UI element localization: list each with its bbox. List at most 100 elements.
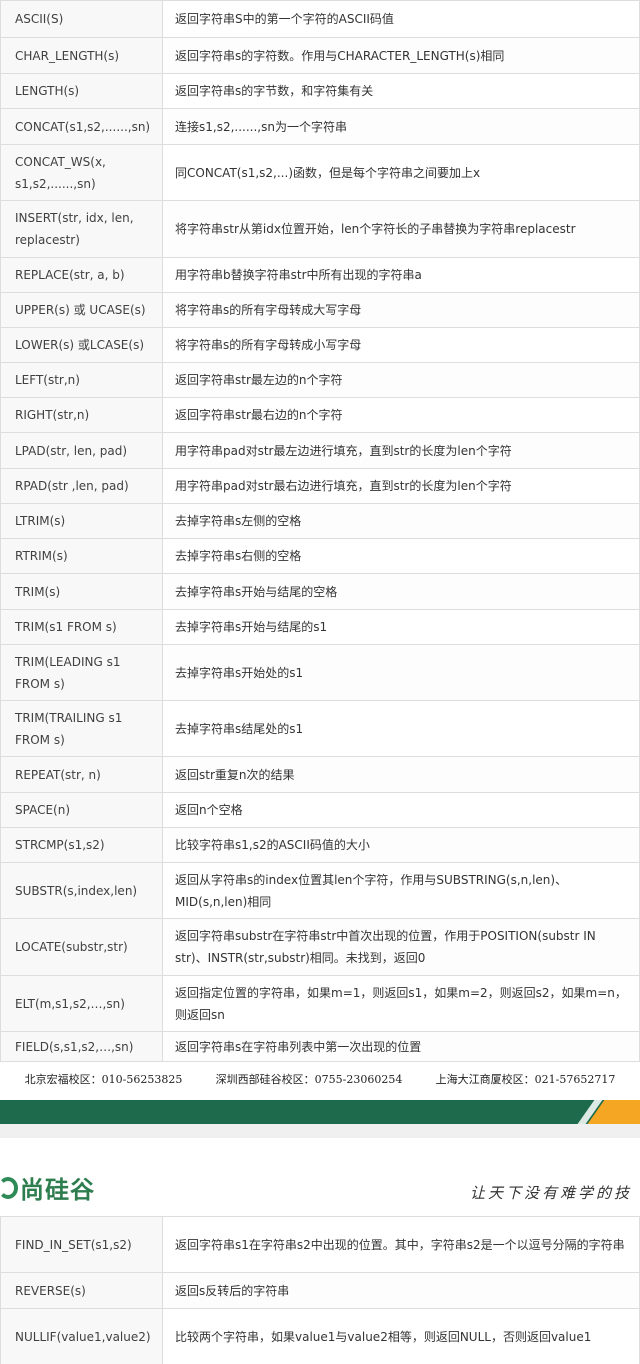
- campus-contact-footer: 北京宏福校区：010-56253825 深圳西部硅谷校区：0755-230602…: [0, 1062, 640, 1096]
- table-row: LENGTH(s) 返回字符串s的字节数，和字符集有关: [0, 73, 640, 109]
- function-description: 连接s1,s2,......,sn为一个字符串: [162, 108, 640, 145]
- table-row: TRIM(s1 FROM s) 去掉字符串s开始与结尾的s1: [0, 609, 640, 645]
- table-row: REPEAT(str, n) 返回str重复n次的结果: [0, 756, 640, 793]
- table-row: RPAD(str ,len, pad) 用字符串pad对str最右边进行填充，直到…: [0, 468, 640, 504]
- function-name: FIND_IN_SET(s1,s2): [0, 1216, 163, 1273]
- function-name: ASCII(S): [0, 0, 163, 38]
- function-name: LENGTH(s): [0, 73, 163, 109]
- function-description: 返回字符串substr在字符串str中首次出现的位置，作用于POSITION(s…: [162, 918, 640, 976]
- table-row: CHAR_LENGTH(s) 返回字符串s的字符数。作用与CHARACTER_LE…: [0, 37, 640, 74]
- function-name: NULLIF(value1,value2): [0, 1308, 163, 1364]
- table-row: RIGHT(str,n) 返回字符串str最右边的n个字符: [0, 397, 640, 433]
- table-row: TRIM(s) 去掉字符串s开始与结尾的空格: [0, 573, 640, 610]
- function-description: 比较两个字符串，如果value1与value2相等，则返回NULL，否则返回va…: [162, 1308, 640, 1364]
- table-row: REPLACE(str, a, b) 用字符串b替换字符串str中所有出现的字符串…: [0, 257, 640, 293]
- function-name: REPEAT(str, n): [0, 756, 163, 793]
- table-row: SUBSTR(s,index,len) 返回从字符串s的index位置其len个字…: [0, 862, 640, 919]
- function-description: 去掉字符串s开始与结尾的空格: [162, 573, 640, 610]
- function-description: 将字符串s的所有字母转成小写字母: [162, 327, 640, 363]
- function-name: RTRIM(s): [0, 538, 163, 574]
- table-row: REVERSE(s) 返回s反转后的字符串: [0, 1272, 640, 1309]
- function-description: 返回字符串str最左边的n个字符: [162, 362, 640, 398]
- table-row: NULLIF(value1,value2) 比较两个字符串，如果value1与va…: [0, 1308, 640, 1364]
- function-name: LOWER(s) 或LCASE(s): [0, 327, 163, 363]
- function-description: 去掉字符串s结尾处的s1: [162, 700, 640, 757]
- function-description: 返回字符串s的字符数。作用与CHARACTER_LENGTH(s)相同: [162, 37, 640, 74]
- function-name: UPPER(s) 或 UCASE(s): [0, 292, 163, 328]
- table-row: LOCATE(substr,str) 返回字符串substr在字符串str中首次出…: [0, 918, 640, 976]
- function-name: CONCAT(s1,s2,......,sn): [0, 108, 163, 145]
- table-row: FIND_IN_SET(s1,s2) 返回字符串s1在字符串s2中出现的位置。其中…: [0, 1216, 640, 1273]
- function-description: 返回n个空格: [162, 792, 640, 828]
- table-row: LOWER(s) 或LCASE(s) 将字符串s的所有字母转成小写字母: [0, 327, 640, 363]
- table-row: RTRIM(s) 去掉字符串s右侧的空格: [0, 538, 640, 574]
- table-body: FIND_IN_SET(s1,s2) 返回字符串s1在字符串s2中出现的位置。其中…: [0, 1216, 640, 1364]
- function-description: 去掉字符串s右侧的空格: [162, 538, 640, 574]
- brand-slogan: 让天下没有难学的技: [470, 1184, 633, 1202]
- function-name: CHAR_LENGTH(s): [0, 37, 163, 74]
- function-name: ELT(m,s1,s2,…,sn): [0, 975, 163, 1032]
- function-description: 去掉字符串s开始与结尾的s1: [162, 609, 640, 645]
- beijing-campus-phone: 北京宏福校区：010-56253825: [24, 1073, 183, 1086]
- function-name: SUBSTR(s,index,len): [0, 862, 163, 919]
- function-name: TRIM(TRAILING s1 FROM s): [0, 700, 163, 757]
- table-row: TRIM(LEADING s1 FROM s) 去掉字符串s开始处的s1: [0, 644, 640, 701]
- function-name: LPAD(str, len, pad): [0, 432, 163, 469]
- page-gap: [0, 1124, 640, 1138]
- function-description: 返回字符串S中的第一个字符的ASCII码值: [162, 0, 640, 38]
- table-body: ASCII(S) 返回字符串S中的第一个字符的ASCII码值 CHAR_LENGT…: [0, 0, 640, 1062]
- table-row: CONCAT_WS(x, s1,s2,......,sn) 同CONCAT(s1,…: [0, 144, 640, 201]
- string-functions-table: ASCII(S) 返回字符串S中的第一个字符的ASCII码值 CHAR_LENGT…: [0, 0, 640, 1062]
- function-description: 返回s反转后的字符串: [162, 1272, 640, 1309]
- function-description: 返回字符串s1在字符串s2中出现的位置。其中，字符串s2是一个以逗号分隔的字符串: [162, 1216, 640, 1273]
- logo-text: 尚硅谷: [20, 1176, 95, 1204]
- function-description: 返回字符串str最右边的n个字符: [162, 397, 640, 433]
- function-description: 将字符串str从第idx位置开始，len个字符长的子串替换为字符串replace…: [162, 200, 640, 258]
- function-name: RIGHT(str,n): [0, 397, 163, 433]
- table-row: TRIM(TRAILING s1 FROM s) 去掉字符串s结尾处的s1: [0, 700, 640, 757]
- table-row: STRCMP(s1,s2) 比较字符串s1,s2的ASCII码值的大小: [0, 827, 640, 863]
- brand-logo: 尚硅谷: [0, 1170, 95, 1205]
- brand-color-band: [0, 1100, 640, 1124]
- table-row: CONCAT(s1,s2,......,sn) 连接s1,s2,......,sn…: [0, 108, 640, 145]
- function-description: 去掉字符串s开始处的s1: [162, 644, 640, 701]
- function-description: 返回指定位置的字符串，如果m=1，则返回s1，如果m=2，则返回s2，如果m=n…: [162, 975, 640, 1032]
- function-description: 返回字符串s在字符串列表中第一次出现的位置: [162, 1031, 640, 1062]
- function-name: INSERT(str, idx, len, replacestr): [0, 200, 163, 258]
- function-name: STRCMP(s1,s2): [0, 827, 163, 863]
- shenzhen-campus-phone: 深圳西部硅谷校区：0755-23060254: [215, 1073, 403, 1086]
- table-row: LPAD(str, len, pad) 用字符串pad对str最左边进行填充，直到…: [0, 432, 640, 469]
- function-name: REVERSE(s): [0, 1272, 163, 1309]
- function-name: FIELD(s,s1,s2,…,sn): [0, 1031, 163, 1062]
- function-name: REPLACE(str, a, b): [0, 257, 163, 293]
- function-name: RPAD(str ,len, pad): [0, 468, 163, 504]
- function-name: LEFT(str,n): [0, 362, 163, 398]
- table-row: FIELD(s,s1,s2,…,sn) 返回字符串s在字符串列表中第一次出现的位置: [0, 1031, 640, 1062]
- function-name: TRIM(LEADING s1 FROM s): [0, 644, 163, 701]
- table-row: LEFT(str,n) 返回字符串str最左边的n个字符: [0, 362, 640, 398]
- function-name: TRIM(s): [0, 573, 163, 610]
- function-name: SPACE(n): [0, 792, 163, 828]
- function-name: LTRIM(s): [0, 503, 163, 539]
- function-description: 返回str重复n次的结果: [162, 756, 640, 793]
- table-row: SPACE(n) 返回n个空格: [0, 792, 640, 828]
- function-description: 同CONCAT(s1,s2,...)函数，但是每个字符串之间要加上x: [162, 144, 640, 201]
- function-description: 返回从字符串s的index位置其len个字符，作用与SUBSTRING(s,n,…: [162, 862, 640, 919]
- logo-mark-icon: [0, 1176, 18, 1199]
- function-description: 返回字符串s的字节数，和字符集有关: [162, 73, 640, 109]
- function-description: 将字符串s的所有字母转成大写字母: [162, 292, 640, 328]
- function-description: 用字符串pad对str最右边进行填充，直到str的长度为len个字符: [162, 468, 640, 504]
- function-name: CONCAT_WS(x, s1,s2,......,sn): [0, 144, 163, 201]
- table-row: UPPER(s) 或 UCASE(s) 将字符串s的所有字母转成大写字母: [0, 292, 640, 328]
- shanghai-campus-phone: 上海大江商厦校区：021-57652717: [435, 1073, 616, 1086]
- page-header: 尚硅谷 让天下没有难学的技: [0, 1138, 640, 1216]
- table-row: ELT(m,s1,s2,…,sn) 返回指定位置的字符串，如果m=1，则返回s1，…: [0, 975, 640, 1032]
- function-name: TRIM(s1 FROM s): [0, 609, 163, 645]
- function-description: 比较字符串s1,s2的ASCII码值的大小: [162, 827, 640, 863]
- function-description: 去掉字符串s左侧的空格: [162, 503, 640, 539]
- function-name: LOCATE(substr,str): [0, 918, 163, 976]
- table-row: INSERT(str, idx, len, replacestr) 将字符串str…: [0, 200, 640, 258]
- function-description: 用字符串b替换字符串str中所有出现的字符串a: [162, 257, 640, 293]
- string-functions-table-continued: FIND_IN_SET(s1,s2) 返回字符串s1在字符串s2中出现的位置。其中…: [0, 1216, 640, 1364]
- table-row: ASCII(S) 返回字符串S中的第一个字符的ASCII码值: [0, 0, 640, 38]
